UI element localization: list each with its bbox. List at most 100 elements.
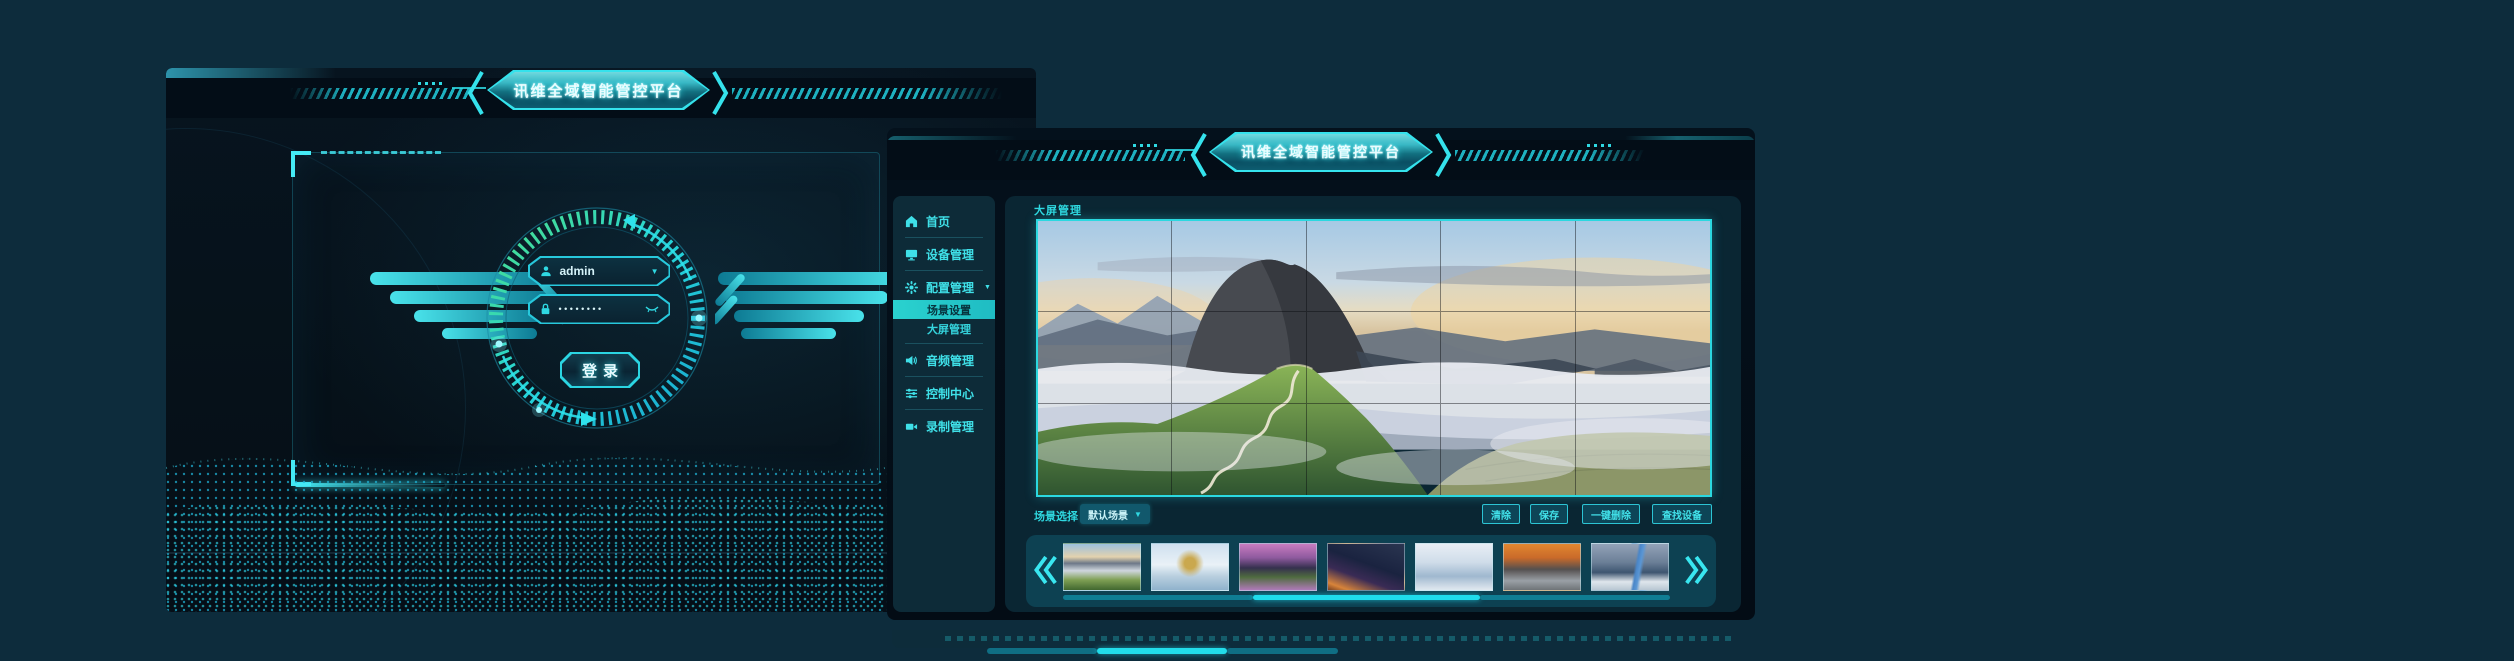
wall-screen-cell[interactable] <box>1038 404 1172 495</box>
save-button[interactable]: 保存 <box>1530 504 1568 524</box>
thumbnail[interactable] <box>1239 543 1317 591</box>
wall-screen-cell[interactable] <box>1441 404 1575 495</box>
hatch-bar-left <box>290 88 472 99</box>
wall-screen-cell[interactable] <box>1576 312 1710 403</box>
gear-icon <box>905 281 918 294</box>
password-value[interactable]: •••••••• <box>559 304 637 314</box>
login-header: 讯维全域智能管控平台 <box>166 68 1036 128</box>
sidebar-item-devices[interactable]: 设备管理 <box>893 243 995 265</box>
sidebar-subitem-label: 大屏管理 <box>927 321 971 337</box>
dashed-accent <box>321 151 441 154</box>
clear-button[interactable]: 清除 <box>1482 504 1520 524</box>
sidebar-item-audio[interactable]: 音频管理 <box>893 349 995 371</box>
sidebar-item-label: 录制管理 <box>926 418 974 435</box>
thumbnail[interactable] <box>1151 543 1229 591</box>
sidebar-item-home[interactable]: 首页 <box>893 210 995 232</box>
sidebar-subitem-label: 场景设置 <box>927 302 971 318</box>
wall-screen-cell[interactable] <box>1307 221 1441 312</box>
sidebar-divider <box>905 409 983 410</box>
wall-screen-cell[interactable] <box>1307 312 1441 403</box>
dots-decor-left <box>1133 144 1159 147</box>
left-bracket-icon <box>1189 132 1207 178</box>
desktop-background: 讯维全域智能管控平台 <box>0 0 2514 661</box>
wall-screen-cell[interactable] <box>1038 312 1172 403</box>
wall-screen-cell[interactable] <box>1172 312 1306 403</box>
caret-down-icon: ▼ <box>984 284 991 291</box>
scene-toolbar: 场景选择 默认场景 ▼ 清除 保存 一键删除 查找设备 <box>1005 504 1741 526</box>
thumbnail[interactable] <box>1415 543 1493 591</box>
sidebar-divider <box>905 237 983 238</box>
monitor-icon <box>905 248 918 261</box>
wall-grid-overlay <box>1038 221 1710 495</box>
wall-screen-cell[interactable] <box>1441 221 1575 312</box>
sidebar-item-config[interactable]: 配置管理 ▼ <box>893 276 995 298</box>
sidebar-divider <box>905 343 983 344</box>
wall-screen-cell[interactable] <box>1576 221 1710 312</box>
thumbnail[interactable] <box>1327 543 1405 591</box>
thumbnail[interactable] <box>1063 543 1141 591</box>
user-icon <box>540 265 552 277</box>
sidebar: 首页 设备管理 配置管理 ▼ <box>893 196 995 612</box>
video-camera-icon <box>905 420 918 433</box>
wall-screen-cell[interactable] <box>1038 221 1172 312</box>
sidebar-item-label: 控制中心 <box>926 385 974 402</box>
login-button[interactable]: 登录 <box>560 352 640 388</box>
username-caret-down-icon[interactable]: ▼ <box>651 267 659 276</box>
eye-closed-icon[interactable] <box>645 305 659 313</box>
title-medallion: 讯维全域智能管控平台 <box>487 70 710 110</box>
hatch-bar-left <box>995 150 1185 161</box>
scene-select-label: 场景选择 <box>1034 508 1078 524</box>
scene-dropdown[interactable]: 默认场景 ▼ <box>1080 504 1150 524</box>
carousel-next-icon[interactable] <box>1682 553 1708 587</box>
carousel-scrollbar-track[interactable] <box>1480 595 1670 600</box>
one-key-delete-button[interactable]: 一键删除 <box>1582 504 1640 524</box>
wall-screen-cell[interactable] <box>1307 404 1441 495</box>
wall-screen-cell[interactable] <box>1172 221 1306 312</box>
sidebar-item-control-center[interactable]: 控制中心 <box>893 382 995 404</box>
sidebar-item-label: 配置管理 <box>926 279 974 296</box>
hatch-bar-right <box>1455 150 1645 161</box>
username-value[interactable]: admin <box>560 264 643 278</box>
wall-screen-cell[interactable] <box>1441 312 1575 403</box>
username-field[interactable]: admin ▼ <box>528 256 670 286</box>
hatch-bar-right <box>732 88 1002 99</box>
sidebar-item-label: 设备管理 <box>926 246 974 263</box>
password-field[interactable]: •••••••• <box>528 294 670 324</box>
thumbnail[interactable] <box>1503 543 1581 591</box>
dashboard-window: 讯维全域智能管控平台 首页 设备管理 <box>887 128 1755 620</box>
carousel-scrollbar-thumb[interactable] <box>1253 595 1480 600</box>
dashboard-header: 讯维全域智能管控平台 <box>887 128 1755 190</box>
screen-reflection-bar <box>1227 648 1338 654</box>
speaker-icon <box>905 354 918 367</box>
corner-bracket-top-left <box>291 151 311 177</box>
wall-screen-cell[interactable] <box>1172 404 1306 495</box>
sidebar-divider <box>905 376 983 377</box>
right-bracket-icon <box>1435 132 1453 178</box>
sidebar-item-label: 首页 <box>926 213 950 230</box>
thumbnail[interactable] <box>1591 543 1669 591</box>
sidebar-item-recording[interactable]: 录制管理 <box>893 415 995 437</box>
scene-thumbnail-carousel <box>1026 535 1716 607</box>
left-bracket-icon <box>466 70 484 116</box>
wing-emblem-right <box>715 272 910 352</box>
sidebar-item-label: 音频管理 <box>926 352 974 369</box>
caret-down-icon: ▼ <box>1134 510 1142 519</box>
dashboard-title: 讯维全域智能管控平台 <box>1241 142 1401 162</box>
video-wall-preview <box>1036 219 1712 497</box>
dots-decor-left <box>418 82 444 85</box>
scene-dropdown-value: 默认场景 <box>1088 507 1128 522</box>
page-title: 大屏管理 <box>1034 202 1082 218</box>
find-device-button[interactable]: 查找设备 <box>1652 504 1712 524</box>
main-content-panel: 大屏管理 <box>1005 196 1741 612</box>
carousel-scrollbar-track[interactable] <box>1063 595 1253 600</box>
sidebar-subitem-screen-management[interactable]: 大屏管理 <box>893 319 995 338</box>
title-medallion: 讯维全域智能管控平台 <box>1209 132 1433 172</box>
screen-reflection-hatch <box>945 636 1735 641</box>
carousel-prev-icon[interactable] <box>1034 553 1060 587</box>
screen-reflection-bar <box>987 648 1097 654</box>
login-button-label: 登录 <box>576 360 624 381</box>
wall-screen-cell[interactable] <box>1576 404 1710 495</box>
sidebar-subitem-scene-settings[interactable]: 场景设置 <box>893 300 995 319</box>
login-screen-title: 讯维全域智能管控平台 <box>513 80 683 101</box>
right-bracket-icon <box>712 70 730 116</box>
